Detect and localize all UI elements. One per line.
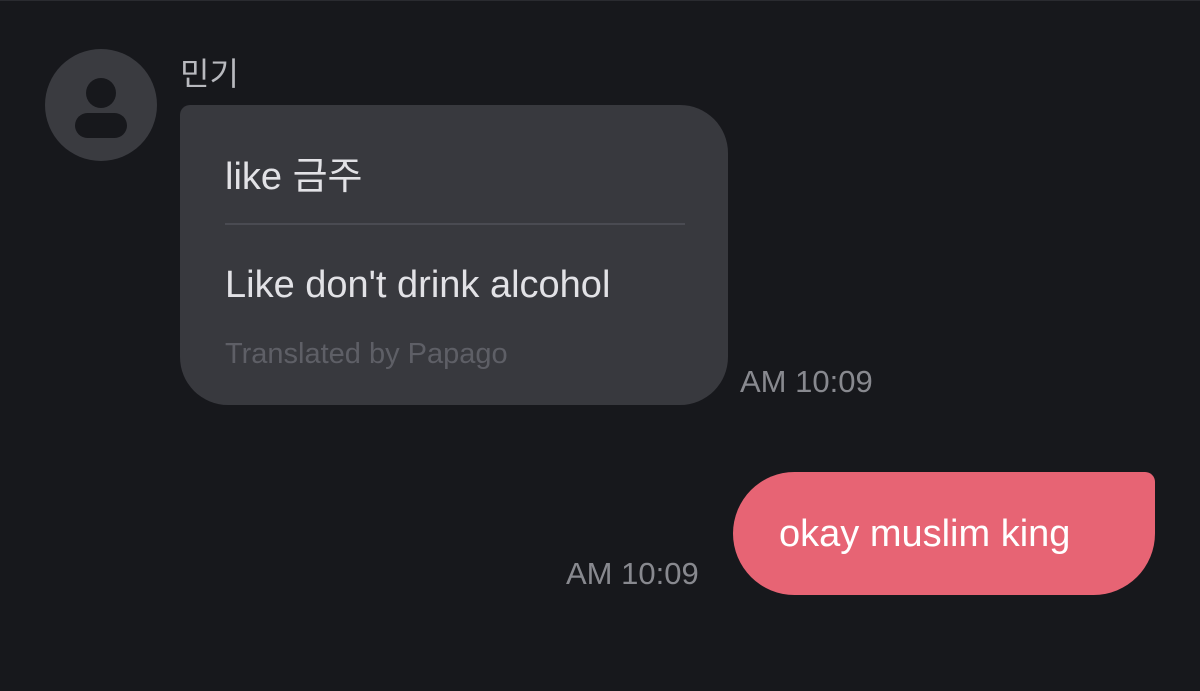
translation-divider <box>225 223 685 225</box>
incoming-message-bubble[interactable]: like 금주 Like don't drink alcohol Transla… <box>180 105 728 405</box>
outgoing-message-bubble[interactable]: okay muslim king <box>733 472 1155 595</box>
translated-message-text: Like don't drink alcohol <box>225 264 611 306</box>
outgoing-message-text: okay muslim king <box>779 513 1071 555</box>
top-divider <box>0 0 1200 1</box>
sender-avatar[interactable] <box>45 49 157 161</box>
original-message-text: like 금주 <box>225 156 363 198</box>
person-icon <box>75 78 127 138</box>
chat-view: 민기 like 금주 Like don't drink alcohol Tran… <box>0 0 1200 691</box>
translation-credit: Translated by Papago <box>225 338 508 370</box>
outgoing-timestamp: AM 10:09 <box>566 556 699 591</box>
incoming-timestamp: AM 10:09 <box>740 364 873 399</box>
sender-name: 민기 <box>180 56 239 92</box>
